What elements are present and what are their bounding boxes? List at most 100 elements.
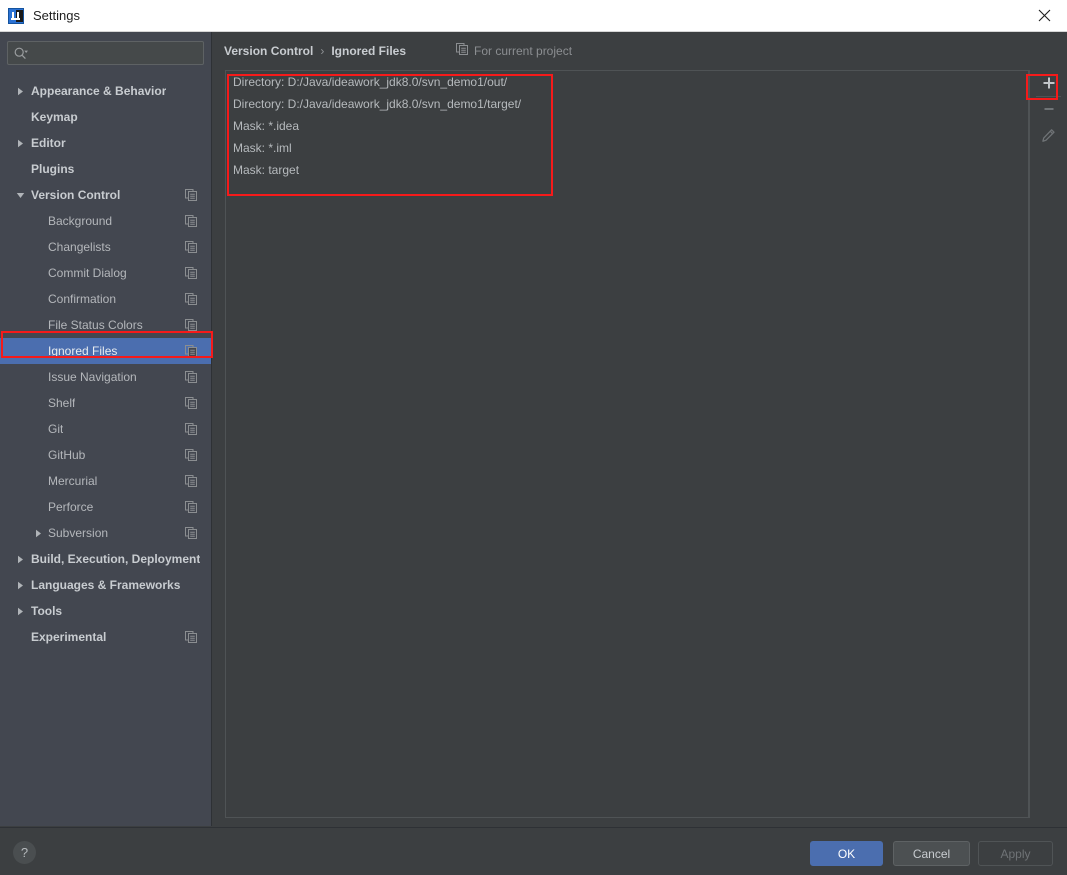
sidebar-item-commit-dialog[interactable]: Commit Dialog [0, 260, 211, 286]
project-scope-icon [185, 397, 197, 409]
content-panel: Version Control › Ignored Files For curr… [213, 32, 1067, 826]
chevron-right-icon[interactable] [32, 520, 44, 546]
settings-tree: Appearance & Behavior Keymap Editor Plugins… [0, 78, 211, 650]
sidebar-item-perforce[interactable]: Perforce [0, 494, 211, 520]
sidebar-item-label: Subversion [48, 526, 109, 540]
project-scope-icon [185, 475, 197, 487]
sidebar-item-label: Shelf [48, 396, 76, 410]
sidebar-item-label: Mercurial [48, 474, 98, 488]
project-scope-icon [456, 43, 468, 58]
sidebar-item-label: Experimental [31, 630, 107, 644]
sidebar-item-label: Changelists [48, 240, 111, 254]
sidebar-item-build-execution-deployment[interactable]: Build, Execution, Deployment [0, 546, 211, 572]
project-scope-icon [185, 527, 197, 539]
dialog-footer: ? OK Cancel Apply [0, 827, 1067, 875]
project-scope-icon [185, 423, 197, 435]
project-scope-icon [185, 501, 197, 513]
help-button[interactable]: ? [13, 841, 36, 864]
add-button[interactable] [1030, 70, 1067, 96]
sidebar-item-label: Perforce [48, 500, 94, 514]
sidebar-item-label: Git [48, 422, 64, 436]
search-container [0, 32, 211, 65]
sidebar-item-tools[interactable]: Tools [0, 598, 211, 624]
title-bar: Settings [0, 0, 1067, 32]
list-item[interactable]: Directory: D:/Java/ideawork_jdk8.0/svn_d… [226, 71, 1028, 93]
cancel-button[interactable]: Cancel [893, 841, 970, 866]
sidebar-item-subversion[interactable]: Subversion [0, 520, 211, 546]
scope-note: For current project [456, 43, 572, 58]
sidebar-item-experimental[interactable]: Experimental [0, 624, 211, 650]
project-scope-icon [185, 319, 197, 331]
sidebar-item-version-control[interactable]: Version Control [0, 182, 211, 208]
scope-note-label: For current project [474, 43, 573, 58]
breadcrumb-parent[interactable]: Version Control [224, 44, 313, 58]
sidebar-item-label: Keymap [31, 110, 78, 124]
remove-button[interactable] [1030, 96, 1067, 122]
chevron-right-icon[interactable] [14, 130, 26, 156]
breadcrumb: Version Control › Ignored Files [224, 42, 406, 60]
sidebar-item-label: Appearance & Behavior [31, 84, 167, 98]
sidebar-item-label: Version Control [31, 188, 121, 202]
sidebar-item-background[interactable]: Background [0, 208, 211, 234]
project-scope-icon [185, 189, 197, 201]
sidebar-item-label: Background [48, 214, 113, 228]
project-scope-icon [185, 241, 197, 253]
settings-sidebar: Appearance & Behavior Keymap Editor Plugins… [0, 32, 212, 826]
sidebar-item-git[interactable]: Git [0, 416, 211, 442]
sidebar-item-shelf[interactable]: Shelf [0, 390, 211, 416]
sidebar-item-label: Plugins [31, 162, 75, 176]
list-toolbar [1029, 70, 1067, 818]
list-item[interactable]: Mask: *.idea [226, 115, 1028, 137]
sidebar-item-label: Build, Execution, Deployment [31, 552, 201, 566]
project-scope-icon [185, 449, 197, 461]
apply-button[interactable]: Apply [978, 841, 1053, 866]
sidebar-item-languages-frameworks[interactable]: Languages & Frameworks [0, 572, 211, 598]
sidebar-item-github[interactable]: GitHub [0, 442, 211, 468]
project-scope-icon [185, 631, 197, 643]
project-scope-icon [185, 345, 197, 357]
project-scope-icon [185, 215, 197, 227]
sidebar-item-editor[interactable]: Editor [0, 130, 211, 156]
chevron-down-icon[interactable] [14, 182, 26, 208]
chevron-right-icon[interactable] [14, 78, 26, 104]
sidebar-item-label: Commit Dialog [48, 266, 127, 280]
settings-dialog: Settings Appearance & Behavior Keymap Edit… [0, 0, 1067, 875]
sidebar-item-label: Ignored Files [48, 344, 118, 358]
search-box[interactable] [7, 41, 204, 65]
sidebar-item-label: File Status Colors [48, 318, 143, 332]
sidebar-item-confirmation[interactable]: Confirmation [0, 286, 211, 312]
list-item[interactable]: Directory: D:/Java/ideawork_jdk8.0/svn_d… [226, 93, 1028, 115]
sidebar-item-issue-navigation[interactable]: Issue Navigation [0, 364, 211, 390]
chevron-right-icon[interactable] [14, 598, 26, 624]
sidebar-item-label: Languages & Frameworks [31, 578, 181, 592]
close-icon[interactable] [1021, 0, 1067, 31]
project-scope-icon [185, 293, 197, 305]
window-title: Settings [33, 8, 80, 23]
sidebar-item-mercurial[interactable]: Mercurial [0, 468, 211, 494]
breadcrumb-current: Ignored Files [331, 44, 407, 58]
project-scope-icon [185, 267, 197, 279]
edit-button[interactable] [1030, 122, 1067, 148]
sidebar-item-label: Editor [31, 136, 66, 150]
ok-button[interactable]: OK [810, 841, 883, 866]
list-item[interactable]: Mask: target [226, 159, 1028, 181]
chevron-right-icon[interactable] [14, 572, 26, 598]
sidebar-item-appearance-behavior[interactable]: Appearance & Behavior [0, 78, 211, 104]
project-scope-icon [185, 371, 197, 383]
sidebar-item-label: Tools [31, 604, 63, 618]
ignored-files-list[interactable]: Directory: D:/Java/ideawork_jdk8.0/svn_d… [225, 70, 1029, 818]
sidebar-item-label: Confirmation [48, 292, 117, 306]
sidebar-item-changelists[interactable]: Changelists [0, 234, 211, 260]
list-item[interactable]: Mask: *.iml [226, 137, 1028, 159]
intellij-idea-logo-icon [8, 7, 24, 24]
sidebar-item-plugins[interactable]: Plugins [0, 156, 211, 182]
search-input[interactable] [29, 43, 203, 63]
sidebar-item-ignored-files[interactable]: Ignored Files [0, 338, 211, 364]
sidebar-item-label: Issue Navigation [48, 370, 137, 384]
chevron-right-icon[interactable] [14, 546, 26, 572]
breadcrumb-separator: › [320, 44, 325, 58]
sidebar-item-file-status-colors[interactable]: File Status Colors [0, 312, 211, 338]
sidebar-item-keymap[interactable]: Keymap [0, 104, 211, 130]
sidebar-item-label: GitHub [48, 448, 86, 462]
search-icon [14, 47, 29, 60]
